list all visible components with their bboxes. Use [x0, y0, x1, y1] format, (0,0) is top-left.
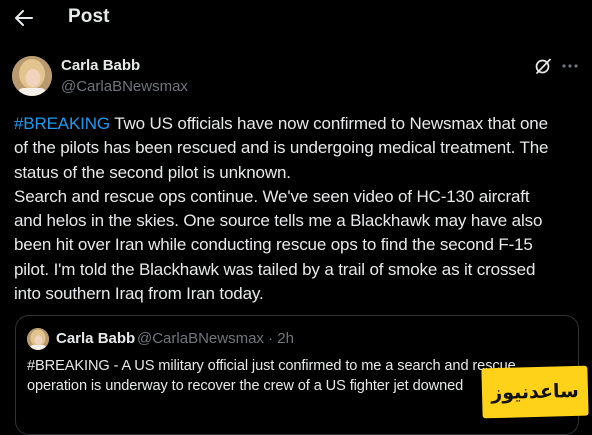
post-line: Search and rescue ops continue. We've se…: [14, 186, 530, 206]
watermark-text: ساعدنیوز: [490, 379, 580, 405]
post-text-segment: Two US officials have now confirmed to N…: [109, 114, 548, 133]
quoted-avatar: [27, 328, 49, 350]
avatar[interactable]: [12, 56, 52, 96]
post-line: been hit over Iran while conducting resc…: [14, 235, 533, 255]
avatar-image: [12, 56, 52, 96]
quoted-author-meta: @CarlaBNewsmax · 2h: [137, 330, 294, 347]
back-button[interactable]: [10, 5, 38, 31]
post-text: #BREAKING Two US officials have now conf…: [14, 112, 582, 306]
hashtag-link[interactable]: #BREAKING: [14, 114, 110, 133]
top-bar: Post: [0, 0, 592, 38]
author-name[interactable]: Carla Babb: [61, 57, 140, 74]
more-horizontal-icon: [562, 64, 578, 68]
post-line: of the pilots has been rescued and is un…: [14, 138, 549, 158]
post-line: into southern Iraq from Iran today.: [14, 284, 264, 304]
post-line: pilot. I'm told the Blackhawk was tailed…: [14, 259, 536, 279]
post-line: status of the second pilot is unknown.: [14, 162, 291, 182]
arrow-left-icon: [15, 10, 33, 26]
watermark-logo: ساعدنیوز: [481, 365, 589, 419]
post-line: and helos in the skies. One source tells…: [14, 211, 543, 231]
grok-button[interactable]: [533, 56, 553, 76]
page-title: Post: [68, 6, 110, 27]
more-button[interactable]: [559, 56, 581, 76]
author-handle[interactable]: @CarlaBNewsmax: [61, 78, 188, 95]
quoted-author-name: Carla Babb: [56, 330, 136, 347]
post-line: #BREAKING Two US officials have now conf…: [14, 112, 582, 136]
quoted-avatar-image: [27, 328, 49, 350]
grok-slash-circle-icon: [535, 58, 551, 74]
